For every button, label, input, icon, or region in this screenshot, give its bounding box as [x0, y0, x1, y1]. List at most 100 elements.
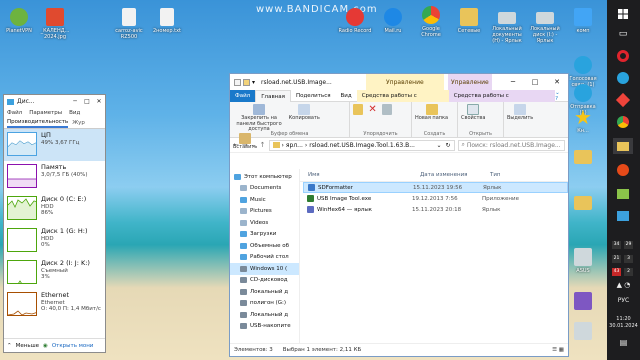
- column-header-name[interactable]: Имя: [300, 172, 420, 178]
- tray-badge[interactable]: 29: [624, 241, 633, 249]
- quick-access-properties-icon[interactable]: [234, 78, 241, 86]
- ribbon-tab-share[interactable]: Поделиться: [291, 90, 336, 102]
- desktop-icon-network[interactable]: Сетевые: [452, 8, 486, 34]
- media-player-icon[interactable]: [613, 162, 633, 178]
- breadcrumb-segment[interactable]: rsload.net.USB.Image.Tool.1.63.B...: [309, 142, 415, 149]
- breadcrumb-segment[interactable]: ярл...: [286, 142, 303, 149]
- tray-icons[interactable]: ▲ ◔: [607, 282, 640, 289]
- search-input[interactable]: ⌕ Поиск: rsload.net.USB.Image...: [457, 139, 565, 151]
- tray-badge[interactable]: 34: [612, 241, 621, 249]
- anydesk-icon[interactable]: [613, 92, 633, 108]
- nav-item-pictures[interactable]: Pictures: [230, 206, 299, 218]
- address-dropdown-icon[interactable]: ⌄: [436, 142, 443, 149]
- file-row-winhex64[interactable]: WinHex64 — ярлык 15.11.2023 20:18 Ярлык: [303, 204, 568, 215]
- delete-button[interactable]: ✕: [367, 104, 379, 116]
- pin-quick-access-button[interactable]: Закрепить на панели быстрого доступа: [233, 104, 285, 133]
- desktop-icon-carroz[interactable]: carroz-avic RZ500: [112, 8, 146, 40]
- nav-item-local-disk[interactable]: Локальный д: [230, 286, 299, 298]
- perf-item-disk-0[interactable]: Диск 0 (C: E:) HDD 86%: [4, 193, 105, 225]
- ribbon-expand-icon[interactable]: ⌄ ?: [555, 90, 568, 102]
- chevron-up-icon[interactable]: ⌃: [7, 343, 12, 349]
- up-arrow-icon[interactable]: ↑: [260, 141, 266, 149]
- tab-performance[interactable]: Производительность: [7, 119, 69, 128]
- menu-view[interactable]: Вид: [69, 110, 80, 116]
- perf-item-cpu[interactable]: ЦП 49% 3,67 ГГц: [4, 129, 105, 161]
- nav-item-videos[interactable]: Videos: [230, 217, 299, 229]
- desktop-icon-calendar-jpg[interactable]: _КАЛЕНД... 2024.jpg: [38, 8, 72, 40]
- maximize-button[interactable]: □: [81, 98, 93, 105]
- nav-item-desktop[interactable]: Рабочий стол: [230, 252, 299, 264]
- address-bar[interactable]: › ярл... › rsload.net.USB.Image.Tool.1.6…: [268, 139, 455, 151]
- tray-badge[interactable]: 3: [624, 255, 633, 263]
- close-button[interactable]: ✕: [546, 78, 568, 86]
- clock-date[interactable]: 30.01.2024: [607, 323, 640, 329]
- start-button[interactable]: [613, 6, 633, 22]
- rename-button[interactable]: [382, 104, 393, 116]
- chrome-taskbar-icon[interactable]: [613, 114, 633, 130]
- menu-options[interactable]: Параметры: [29, 110, 62, 116]
- open-resource-monitor-link[interactable]: Открыть мони: [52, 343, 94, 349]
- desktop-icon-folder-1[interactable]: [566, 150, 600, 166]
- column-header-type[interactable]: Тип: [490, 172, 560, 178]
- ribbon-tab-view[interactable]: Вид: [336, 90, 357, 102]
- ribbon-tab-shortcut-tools[interactable]: Средства работы с ярлыками: [356, 89, 449, 111]
- file-row-sdformatter[interactable]: SDFormatter 15.11.2023 19:56 Ярлык: [303, 182, 568, 193]
- nav-item-3d-objects[interactable]: Объемные об: [230, 240, 299, 252]
- usb-tool-taskbar-icon[interactable]: [613, 186, 633, 202]
- quick-access-new-folder-icon[interactable]: [243, 78, 250, 86]
- tab-app-history[interactable]: Жур: [72, 120, 85, 126]
- copy-button[interactable]: Копировать: [289, 104, 320, 122]
- desktop-icon-star[interactable]: ★ Кн...: [566, 107, 600, 134]
- desktop-icon-asus[interactable]: ASUS: [566, 248, 600, 274]
- properties-button[interactable]: Свойства: [461, 104, 485, 122]
- view-toggle-icons[interactable]: ☰ ▦: [552, 347, 568, 353]
- column-header-date[interactable]: Дата изменения: [420, 172, 490, 178]
- tray-badge[interactable]: 2: [624, 268, 633, 276]
- maximize-button[interactable]: □: [524, 78, 546, 86]
- minimize-button[interactable]: ─: [69, 98, 81, 105]
- nav-item-windows-drive[interactable]: Windows 10 (: [230, 263, 299, 275]
- quick-access-dropdown-icon[interactable]: ▾: [252, 79, 255, 86]
- nav-item-local-disk-2[interactable]: Локальный д: [230, 309, 299, 321]
- perf-item-ethernet[interactable]: Ethernet Ethernet О: 40,0 П: 1,4 Мбит/с: [4, 289, 105, 321]
- desktop-icon-radio-record[interactable]: Radio Record: [338, 8, 372, 34]
- notifications-icon[interactable]: ▤: [607, 339, 640, 347]
- perf-item-disk-1[interactable]: Диск 1 (G: H:) HDD 0%: [4, 225, 105, 257]
- opera-icon[interactable]: [613, 48, 633, 64]
- desktop-icon-app-2[interactable]: [566, 292, 600, 312]
- desktop-icon-app-3[interactable]: [566, 322, 600, 342]
- move-to-button[interactable]: [353, 104, 363, 116]
- nav-item-documents[interactable]: Documents: [230, 183, 299, 195]
- perf-item-memory[interactable]: Память 3,0/7,5 ГБ (40%): [4, 161, 105, 193]
- desktop-icon-2nomer-txt[interactable]: 2номер.txt: [150, 8, 184, 34]
- task-view-icon[interactable]: ▭: [613, 26, 633, 42]
- nav-item-downloads[interactable]: Загрузки: [230, 229, 299, 241]
- new-folder-button[interactable]: Новая папка: [415, 104, 448, 122]
- menu-file[interactable]: Файл: [7, 110, 22, 116]
- file-row-usb-image-tool[interactable]: USB Image Tool.exe 19.12.2013 7:56 Прило…: [303, 193, 568, 204]
- nav-item-this-pc[interactable]: Этот компьютер: [230, 171, 299, 183]
- tray-badge[interactable]: 43: [612, 268, 621, 276]
- clock-time[interactable]: 11:20: [607, 316, 640, 322]
- desktop-icon-chrome[interactable]: Google Chrome: [414, 6, 448, 38]
- select-button[interactable]: Выделить: [507, 104, 533, 122]
- file-explorer-taskbar-icon[interactable]: [613, 138, 633, 154]
- ribbon-tab-home[interactable]: Главная: [255, 89, 291, 102]
- minimize-button[interactable]: ─: [502, 78, 524, 86]
- ribbon-tab-file[interactable]: Файл: [230, 89, 256, 102]
- desktop-icon-planetvpn[interactable]: PlanetVPN: [2, 8, 36, 34]
- language-indicator[interactable]: РУС: [607, 298, 640, 304]
- nav-item-cd-drive[interactable]: CD-дисковод: [230, 275, 299, 287]
- tray-badge[interactable]: 21: [612, 255, 621, 263]
- ribbon-tab-app-tools[interactable]: Средства работы с приложениями: [448, 89, 556, 111]
- close-button[interactable]: ✕: [93, 98, 105, 105]
- desktop-icon-komp[interactable]: комп: [566, 8, 600, 34]
- desktop-icon-local-disk-i[interactable]: Локальный диск (I:) - Ярлык: [528, 8, 562, 44]
- nav-item-music[interactable]: Music: [230, 194, 299, 206]
- perf-item-disk-2[interactable]: Диск 2 (I: J: K:) Съемный 3%: [4, 257, 105, 289]
- task-manager-taskbar-icon[interactable]: [613, 208, 633, 224]
- fewer-details-link[interactable]: Меньше: [16, 343, 39, 349]
- desktop-icon-mail-ru[interactable]: Mail.ru: [376, 8, 410, 34]
- nav-item-poligon-g[interactable]: полигон (G:): [230, 298, 299, 310]
- telegram-taskbar-icon[interactable]: [613, 70, 633, 86]
